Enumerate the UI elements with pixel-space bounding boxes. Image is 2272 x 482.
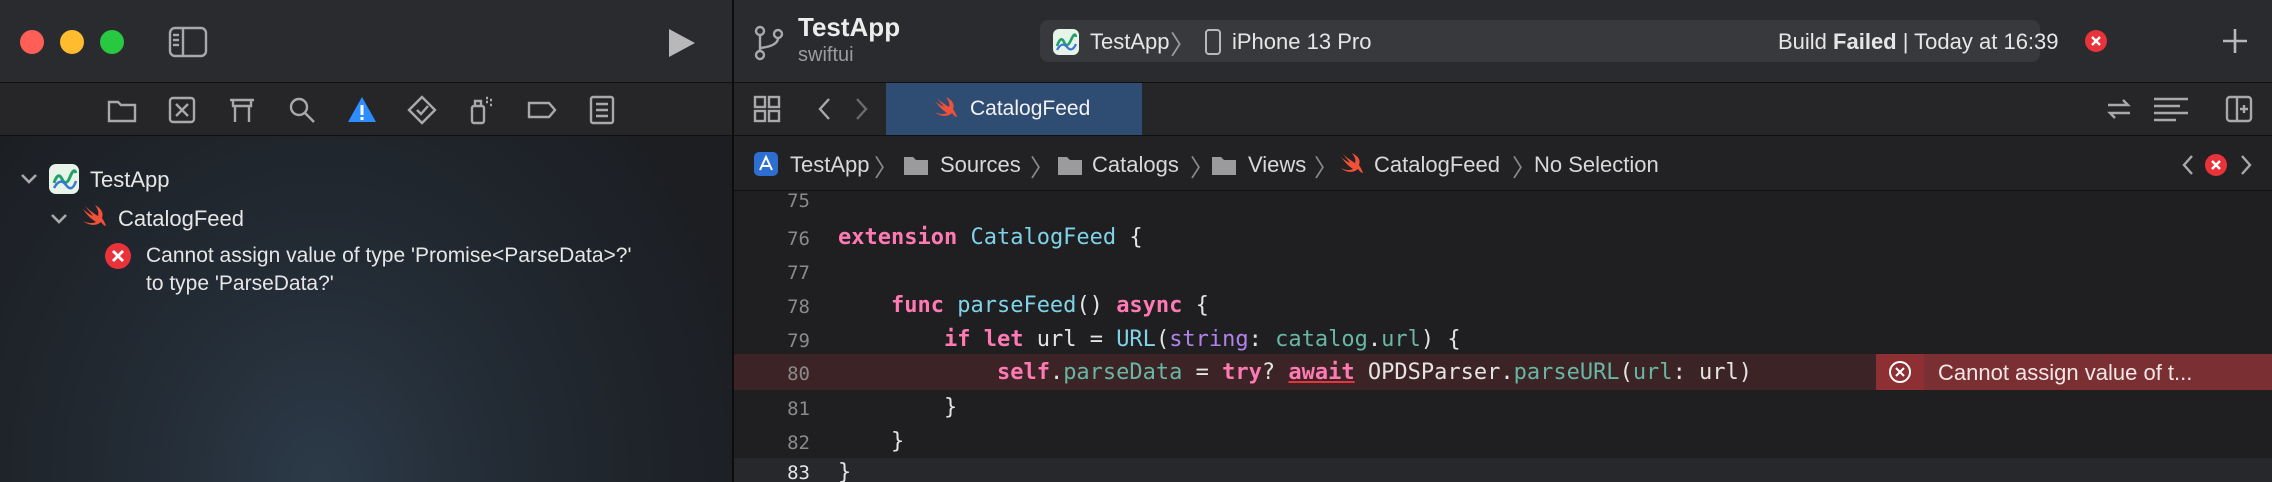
breakpoint-navigator-icon[interactable] bbox=[526, 94, 558, 126]
code-line: 75 bbox=[734, 190, 2272, 224]
disclosure-chevron-down-icon[interactable] bbox=[48, 208, 70, 230]
scheme-separator-chevron-icon: 〉 bbox=[1170, 30, 1197, 60]
previous-issue-chevron-icon[interactable] bbox=[2178, 152, 2198, 178]
project-blueprint-icon[interactable] bbox=[752, 150, 780, 178]
line-number: 76 bbox=[787, 228, 810, 250]
jumpbar-item-views[interactable]: Views bbox=[1248, 152, 1306, 178]
refresh-arrows-icon[interactable] bbox=[2104, 95, 2134, 123]
scheme-app-icon bbox=[1053, 29, 1079, 55]
close-window-button[interactable] bbox=[20, 30, 44, 54]
folder-icon bbox=[1212, 157, 1236, 175]
branch-name: swiftui bbox=[798, 44, 854, 66]
jumpbar-chevron-icon: 〉 bbox=[874, 155, 898, 182]
window-toolbar-right: TestApp swiftui TestApp 〉 iPhone 13 Pro … bbox=[734, 0, 2272, 83]
inline-error-banner[interactable]: Cannot assign value of t... bbox=[1876, 354, 2272, 390]
inline-error-message: Cannot assign value of t... bbox=[1938, 360, 2193, 385]
code-line-current: 83 } bbox=[734, 458, 2272, 482]
error-badge-icon bbox=[105, 243, 131, 269]
editor-options-lines-icon[interactable] bbox=[2152, 95, 2190, 123]
code-line: 77 bbox=[734, 256, 2272, 290]
next-issue-chevron-icon[interactable] bbox=[2236, 152, 2256, 178]
jumpbar-item-selection[interactable]: No Selection bbox=[1534, 152, 1659, 178]
symbol-navigator-icon[interactable] bbox=[226, 94, 258, 126]
folder-icon bbox=[904, 157, 928, 175]
line-number: 77 bbox=[787, 262, 810, 284]
add-plus-icon[interactable] bbox=[2220, 26, 2250, 56]
code-line: 79 if let url = URL(string: catalog.url)… bbox=[734, 324, 2272, 358]
tab-catalogfeed[interactable]: CatalogFeed bbox=[886, 83, 1142, 135]
build-failed-label: Failed bbox=[1833, 29, 1897, 54]
branch-icon[interactable] bbox=[752, 24, 786, 62]
swift-file-icon bbox=[935, 97, 957, 117]
tab-label: CatalogFeed bbox=[970, 97, 1091, 120]
issue-message-line2[interactable]: to type 'ParseData?' bbox=[146, 272, 334, 296]
editor-tab-bar: CatalogFeed bbox=[734, 83, 2272, 136]
project-title: TestApp bbox=[798, 12, 901, 42]
test-navigator-diamond-icon[interactable] bbox=[406, 94, 438, 126]
line-number: 78 bbox=[787, 296, 810, 318]
tree-project-label[interactable]: TestApp bbox=[90, 167, 170, 193]
sidebar-toggle-icon[interactable] bbox=[168, 26, 208, 58]
line-number: 75 bbox=[787, 190, 810, 212]
error-circle-x-icon bbox=[1889, 361, 1911, 383]
report-navigator-icon[interactable] bbox=[586, 94, 618, 126]
line-number: 82 bbox=[787, 432, 810, 454]
activity-status-pill: TestApp 〉 iPhone 13 Pro Build Failed | T… bbox=[1040, 20, 2059, 62]
build-time: | Today at 16:39 bbox=[1902, 29, 2059, 54]
issue-message-line1[interactable]: Cannot assign value of type 'Promise<Par… bbox=[146, 244, 631, 268]
disclosure-chevron-down-icon[interactable] bbox=[18, 168, 40, 190]
inline-error-icon-box bbox=[1876, 354, 1924, 390]
device-name[interactable]: iPhone 13 Pro bbox=[1232, 29, 1371, 55]
issue-navigator-warning-icon[interactable] bbox=[346, 94, 378, 126]
add-editor-split-icon[interactable] bbox=[2224, 94, 2254, 124]
swift-file-icon bbox=[83, 205, 106, 226]
grid-related-items-icon[interactable] bbox=[752, 94, 782, 124]
jumpbar-item-sources[interactable]: Sources bbox=[940, 152, 1021, 178]
build-error-icon[interactable] bbox=[2084, 29, 2108, 53]
code-line: 76 extension CatalogFeed { bbox=[734, 222, 2272, 256]
zoom-window-button[interactable] bbox=[100, 30, 124, 54]
source-control-navigator-icon[interactable] bbox=[166, 94, 198, 126]
jumpbar-chevron-icon: 〉 bbox=[1314, 155, 1338, 182]
debug-navigator-spray-icon[interactable] bbox=[466, 94, 498, 126]
window-toolbar-left bbox=[0, 0, 732, 83]
build-label: Build bbox=[1778, 29, 1827, 54]
line-number: 81 bbox=[787, 398, 810, 420]
jumpbar-chevron-icon: 〉 bbox=[1512, 155, 1536, 182]
issue-error-icon[interactable] bbox=[2204, 153, 2228, 177]
editor-area: TestApp swiftui TestApp 〉 iPhone 13 Pro … bbox=[734, 0, 2272, 482]
code-line: 78 func parseFeed() async { bbox=[734, 290, 2272, 324]
code-line: 82 } bbox=[734, 426, 2272, 460]
jumpbar-chevron-icon: 〉 bbox=[1030, 155, 1054, 182]
back-chevron-icon[interactable] bbox=[814, 96, 836, 122]
navigator-sidebar: TestApp CatalogFeed Cannot assign value … bbox=[0, 0, 734, 482]
line-number: 80 bbox=[787, 363, 810, 385]
line-number: 83 bbox=[787, 462, 810, 482]
minimize-window-button[interactable] bbox=[60, 30, 84, 54]
code-line-error: 80 self.parseData = try? await OPDSParse… bbox=[734, 354, 2272, 390]
navigator-selector-bar bbox=[0, 83, 732, 136]
tree-file-label[interactable]: CatalogFeed bbox=[118, 206, 244, 232]
code-editor[interactable]: 75 76 extension CatalogFeed { 77 78 func… bbox=[734, 190, 2272, 482]
swift-file-icon bbox=[1341, 153, 1363, 173]
line-number: 79 bbox=[787, 330, 810, 352]
app-project-icon bbox=[49, 164, 79, 194]
project-navigator-folder-icon[interactable] bbox=[106, 94, 138, 126]
jumpbar-item-project[interactable]: TestApp bbox=[790, 152, 870, 178]
build-status-text[interactable]: Build Failed | Today at 16:39 bbox=[1778, 29, 2059, 55]
scheme-name[interactable]: TestApp bbox=[1090, 29, 1170, 55]
code-line: 81 } bbox=[734, 392, 2272, 426]
folder-icon bbox=[1058, 157, 1082, 175]
find-navigator-search-icon[interactable] bbox=[286, 94, 318, 126]
jumpbar-item-catalogs[interactable]: Catalogs bbox=[1092, 152, 1179, 178]
jumpbar-item-file[interactable]: CatalogFeed bbox=[1374, 152, 1500, 178]
iphone-device-icon bbox=[1205, 29, 1221, 55]
run-play-icon[interactable] bbox=[664, 26, 698, 60]
forward-chevron-icon[interactable] bbox=[850, 96, 872, 122]
